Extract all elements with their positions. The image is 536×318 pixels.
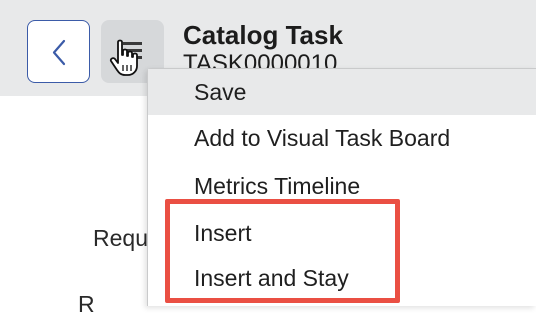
menu-item-save[interactable]: Save xyxy=(148,69,536,115)
back-button[interactable] xyxy=(27,20,90,83)
menu-item-insert[interactable]: Insert xyxy=(148,210,536,256)
field-label-requested-for: Requ xyxy=(93,225,148,251)
hand-pointer-icon xyxy=(109,39,138,76)
context-menu: Save Add to Visual Task Board Metrics Ti… xyxy=(147,68,536,306)
field-label-r: R xyxy=(78,291,95,317)
record-title: Catalog Task xyxy=(183,20,343,50)
menu-item-insert-and-stay[interactable]: Insert and Stay xyxy=(148,255,536,301)
menu-item-add-to-visual-task-board[interactable]: Add to Visual Task Board xyxy=(148,115,536,161)
menu-item-metrics-timeline[interactable]: Metrics Timeline xyxy=(148,163,536,209)
chevron-left-icon xyxy=(52,39,66,66)
